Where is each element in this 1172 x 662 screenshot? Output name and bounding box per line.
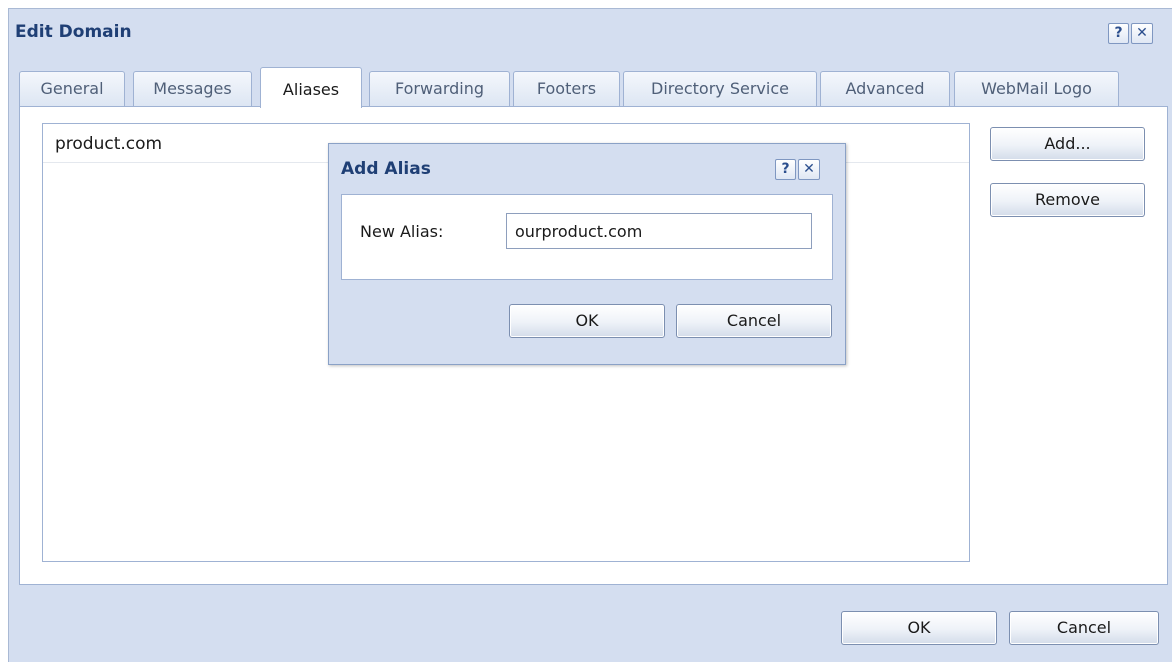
add-button[interactable]: Add...	[990, 127, 1145, 161]
alias-ok-button[interactable]: OK	[509, 304, 665, 338]
tab-general[interactable]: General	[19, 71, 125, 106]
new-alias-input[interactable]	[506, 213, 812, 249]
tab-forwarding[interactable]: Forwarding	[369, 71, 510, 106]
close-icon[interactable]: ✕	[798, 159, 820, 180]
tab-footers[interactable]: Footers	[513, 71, 620, 106]
help-icon[interactable]: ?	[1108, 23, 1129, 44]
alias-cancel-button[interactable]: Cancel	[676, 304, 832, 338]
tab-messages[interactable]: Messages	[133, 71, 252, 106]
close-icon[interactable]: ✕	[1131, 23, 1153, 44]
remove-button[interactable]: Remove	[990, 183, 1145, 217]
cancel-button[interactable]: Cancel	[1009, 611, 1159, 645]
help-icon[interactable]: ?	[775, 159, 796, 180]
tab-directory-service[interactable]: Directory Service	[623, 71, 817, 106]
tab-advanced[interactable]: Advanced	[820, 71, 950, 106]
add-alias-title: Add Alias	[341, 159, 431, 179]
dialog-titlebar[interactable]: Edit Domain ? ✕	[9, 9, 1172, 57]
new-alias-label: New Alias:	[360, 222, 444, 241]
ok-button[interactable]: OK	[841, 611, 997, 645]
tab-webmail-logo[interactable]: WebMail Logo	[954, 71, 1119, 106]
add-alias-form: New Alias:	[341, 194, 833, 280]
tab-aliases[interactable]: Aliases	[260, 67, 362, 108]
dialog-title: Edit Domain	[15, 22, 132, 42]
add-alias-dialog: Add Alias ? ✕ New Alias: OK Cancel	[328, 143, 846, 365]
